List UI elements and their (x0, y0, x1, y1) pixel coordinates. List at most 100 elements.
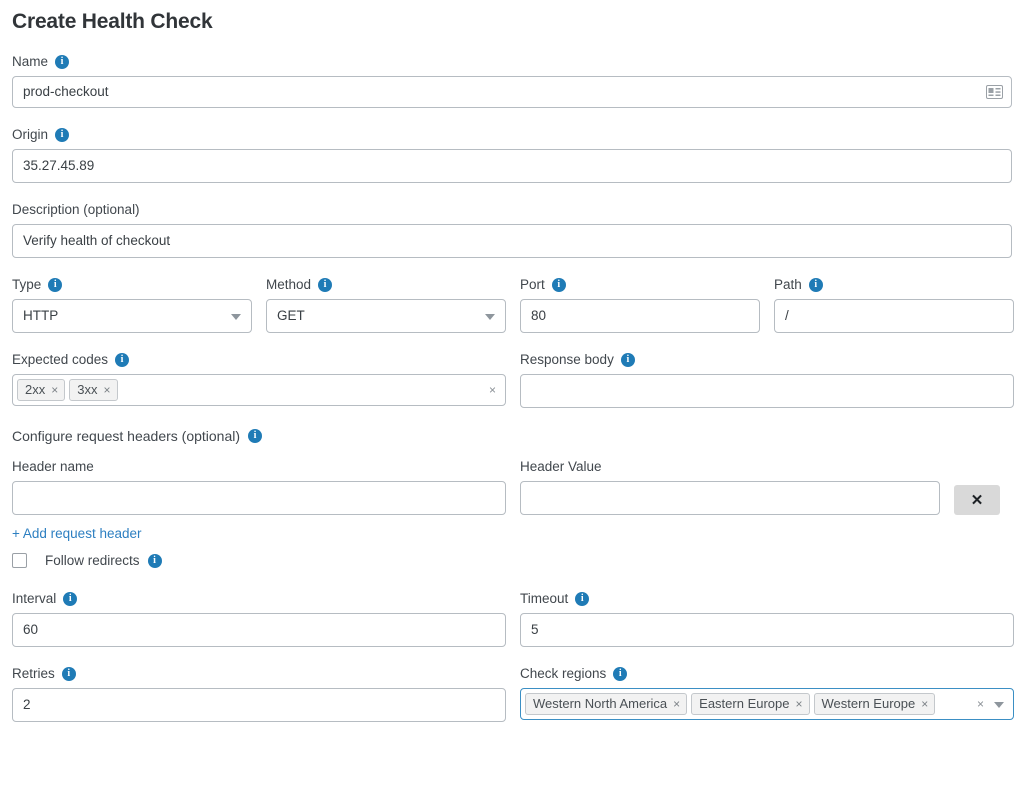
type-select-value: HTTP (23, 308, 59, 324)
name-field-group: Name prod-checkout (12, 53, 1012, 108)
response-body-input[interactable] (520, 374, 1014, 408)
interval-input[interactable]: 60 (12, 613, 506, 647)
method-label: Method (266, 276, 506, 293)
page-title: Create Health Check (12, 10, 213, 33)
chip-remove-icon[interactable]: × (673, 698, 680, 710)
path-input-value: / (785, 308, 789, 324)
method-select[interactable]: GET (266, 299, 506, 333)
retries-regions-row: Retries 2 Check regions Western North Am… (12, 665, 1014, 722)
codes-row: Expected codes 2xx × 3xx × × Response bo… (12, 351, 1014, 408)
expected-codes-label: Expected codes (12, 351, 506, 368)
port-label-text: Port (520, 277, 545, 292)
retries-label-text: Retries (12, 666, 55, 681)
header-value-wrap: Header Value (520, 458, 940, 515)
chip-label: 2xx (25, 381, 46, 397)
port-input-value: 80 (531, 308, 547, 324)
name-label: Name (12, 53, 1012, 70)
info-icon[interactable] (575, 591, 590, 606)
type-label: Type (12, 276, 252, 293)
description-input-value: Verify health of checkout (23, 233, 171, 249)
chip-remove-icon[interactable]: × (103, 384, 110, 396)
info-icon[interactable] (61, 666, 76, 681)
path-label: Path (774, 276, 1014, 293)
chip[interactable]: Western Europe × (813, 693, 936, 715)
timeout-input-value: 5 (531, 622, 539, 638)
chip-remove-icon[interactable]: × (921, 698, 928, 710)
path-field-group: Path / (774, 276, 1014, 333)
type-field-group: Type HTTP (12, 276, 252, 333)
header-value-field-group: Header Value ✕ (520, 458, 1014, 515)
follow-redirects-label: Follow redirects (45, 553, 162, 568)
clear-all-icon[interactable]: × (489, 384, 496, 396)
info-icon[interactable] (318, 277, 333, 292)
name-input-value: prod-checkout (23, 84, 109, 100)
request-headers-section-title: Configure request headers (optional) (12, 428, 1012, 444)
add-request-header-link[interactable]: + Add request header (12, 526, 141, 541)
chip[interactable]: Eastern Europe × (691, 693, 810, 715)
path-input[interactable]: / (774, 299, 1014, 333)
info-icon[interactable] (613, 666, 628, 681)
chevron-down-icon[interactable] (994, 702, 1004, 708)
chip-label: Western Europe (821, 695, 916, 711)
method-field-group: Method GET (266, 276, 506, 333)
origin-label: Origin (12, 126, 1012, 143)
header-name-input[interactable] (12, 481, 506, 515)
chip[interactable]: 3xx × (69, 379, 118, 401)
follow-redirects-checkbox[interactable] (12, 553, 27, 568)
interval-label: Interval (12, 590, 506, 607)
timeout-label-text: Timeout (520, 591, 569, 606)
info-icon[interactable] (620, 352, 635, 367)
info-icon[interactable] (48, 277, 63, 292)
description-label-text: Description (optional) (12, 202, 140, 217)
description-label: Description (optional) (12, 201, 1012, 218)
info-icon[interactable] (551, 277, 566, 292)
info-icon[interactable] (55, 54, 70, 69)
expected-codes-field-group: Expected codes 2xx × 3xx × × (12, 351, 506, 408)
chip[interactable]: 2xx × (17, 379, 66, 401)
chip-remove-icon[interactable]: × (51, 384, 58, 396)
origin-field-group: Origin 35.27.45.89 (12, 126, 1012, 183)
chevron-down-icon[interactable] (231, 314, 241, 320)
header-value-label-text: Header Value (520, 459, 602, 474)
contact-card-autofill-icon[interactable] (986, 85, 1003, 99)
chip-label: Western North America (533, 695, 668, 711)
clear-all-icon[interactable]: × (977, 698, 984, 710)
header-name-label: Header name (12, 458, 506, 475)
chip-remove-icon[interactable]: × (796, 698, 803, 710)
check-regions-label-text: Check regions (520, 666, 607, 681)
info-icon[interactable] (55, 127, 70, 142)
chip[interactable]: Western North America × (525, 693, 688, 715)
header-row: Header name Header Value ✕ (12, 458, 1012, 515)
description-input[interactable]: Verify health of checkout (12, 224, 1012, 258)
type-select[interactable]: HTTP (12, 299, 252, 333)
create-health-check-form: Create Health Check Name prod-checkout (0, 0, 1024, 803)
port-input[interactable]: 80 (520, 299, 760, 333)
name-input[interactable]: prod-checkout (12, 76, 1012, 108)
info-icon[interactable] (63, 591, 78, 606)
follow-redirects-row[interactable]: Follow redirects (12, 553, 1012, 568)
origin-label-text: Origin (12, 127, 49, 142)
header-value-input[interactable] (520, 481, 940, 515)
info-icon[interactable] (115, 352, 130, 367)
path-label-text: Path (774, 277, 802, 292)
remove-header-button[interactable]: ✕ (954, 485, 1000, 515)
timeout-input[interactable]: 5 (520, 613, 1014, 647)
timeout-field-group: Timeout 5 (520, 590, 1014, 647)
method-select-value: GET (277, 308, 305, 324)
header-name-label-text: Header name (12, 459, 94, 474)
check-regions-label: Check regions (520, 665, 1014, 682)
expected-codes-multiselect[interactable]: 2xx × 3xx × × (12, 374, 506, 406)
info-icon[interactable] (147, 553, 162, 568)
retries-input[interactable]: 2 (12, 688, 506, 722)
chevron-down-icon[interactable] (485, 314, 495, 320)
origin-input[interactable]: 35.27.45.89 (12, 149, 1012, 183)
check-regions-multiselect[interactable]: Western North America × Eastern Europe ×… (520, 688, 1014, 720)
method-label-text: Method (266, 277, 312, 292)
header-name-field-group: Header name (12, 458, 506, 515)
info-icon[interactable] (248, 429, 263, 443)
info-icon[interactable] (808, 277, 823, 292)
port-label: Port (520, 276, 760, 293)
request-headers-title-text: Configure request headers (optional) (12, 428, 241, 444)
response-body-field-group: Response body (520, 351, 1014, 408)
port-field-group: Port 80 (520, 276, 760, 333)
